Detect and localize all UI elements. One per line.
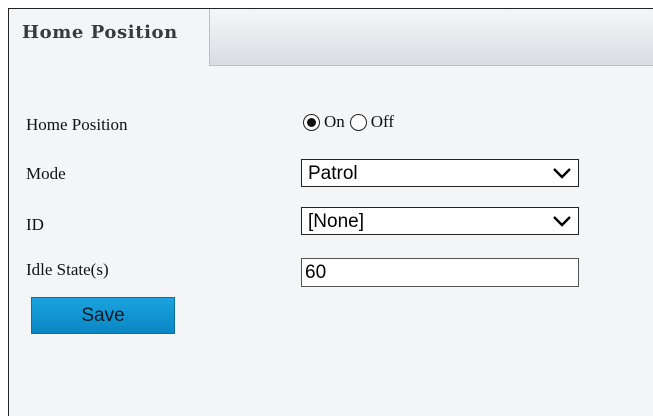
tab-bar: Home Position	[9, 9, 653, 66]
radio-off-label[interactable]: Off	[371, 112, 394, 132]
mode-select[interactable]: Patrol	[301, 159, 579, 187]
chevron-down-icon	[553, 216, 571, 227]
idle-state-label: Idle State(s)	[26, 260, 109, 279]
chevron-down-icon	[553, 168, 571, 179]
id-select[interactable]: [None]	[301, 207, 579, 235]
idle-state-input[interactable]: 60	[301, 258, 579, 287]
tab-label: Home Position	[22, 22, 178, 43]
radio-on-label[interactable]: On	[324, 112, 345, 132]
save-button[interactable]: Save	[31, 297, 175, 334]
tab-home-position[interactable]: Home Position	[9, 9, 210, 66]
home-position-panel: Home Position Home Position On Off Mode …	[8, 8, 653, 416]
mode-label: Mode	[26, 164, 66, 183]
mode-select-value: Patrol	[308, 163, 358, 184]
id-select-value: [None]	[308, 211, 364, 232]
idle-state-value: 60	[305, 262, 327, 283]
id-label: ID	[26, 215, 44, 234]
save-button-label: Save	[81, 305, 125, 326]
home-position-radio-group: On Off	[303, 112, 399, 132]
radio-off[interactable]	[349, 113, 367, 131]
home-position-label: Home Position	[26, 115, 128, 134]
radio-on[interactable]	[303, 113, 320, 131]
